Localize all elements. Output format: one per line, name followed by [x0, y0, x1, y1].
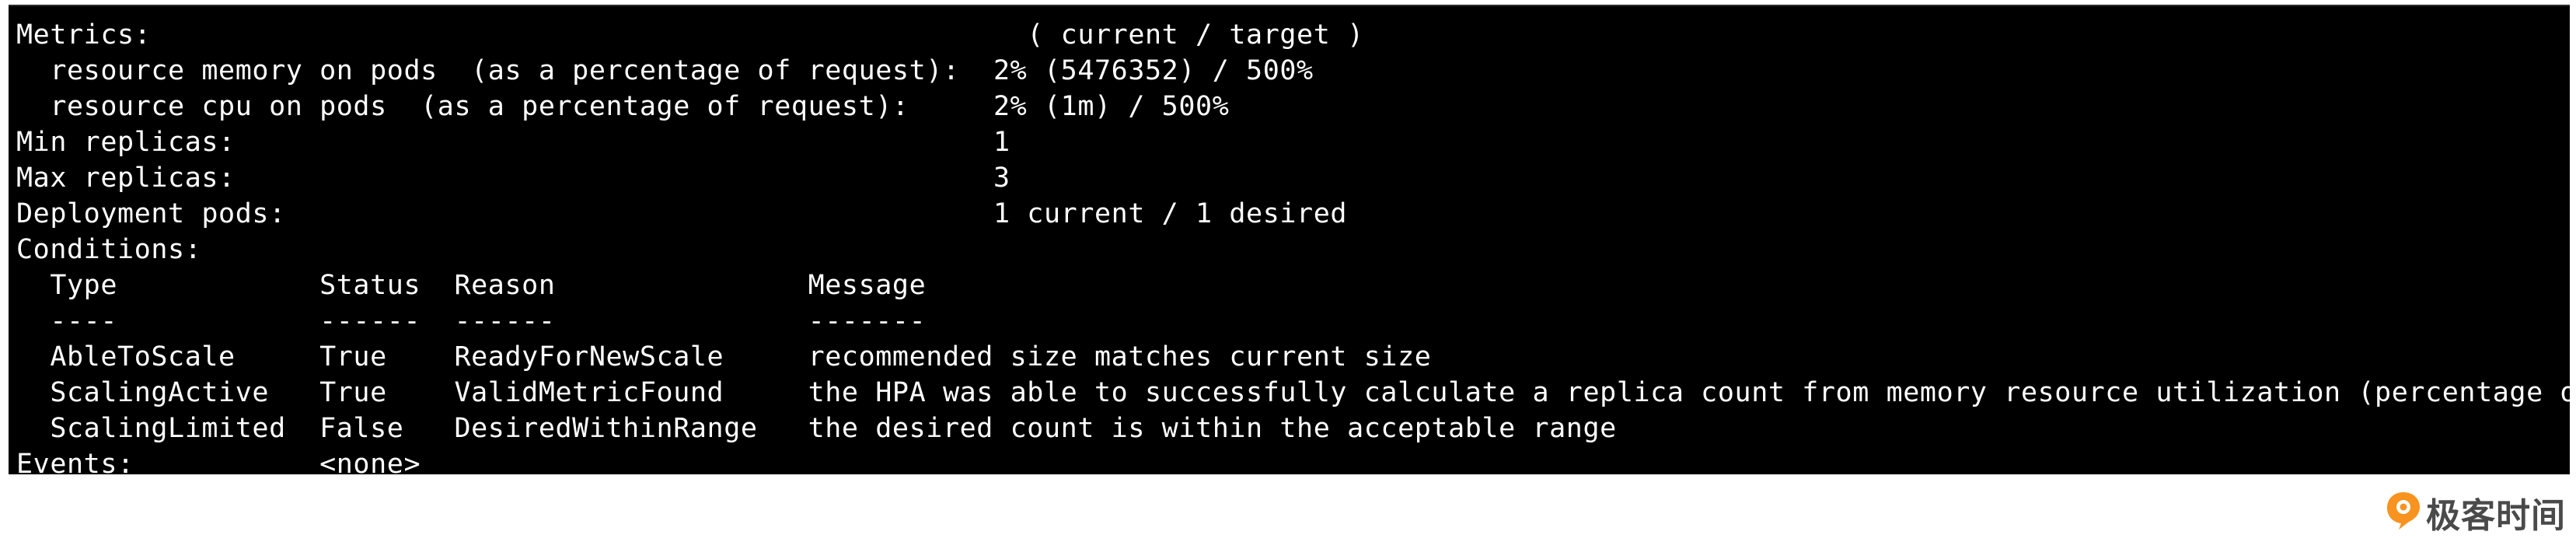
terminal-line-deployment-pods: Deployment pods: 1 current / 1 desired — [16, 198, 1348, 229]
terminal-line-conditions-header: Conditions: — [16, 234, 202, 265]
geektime-watermark: 极客时间 — [2386, 489, 2566, 536]
terminal-line-conditions-columns: Type Status Reason Message — [16, 270, 927, 301]
terminal-line-scaling-active: ScalingActive True ValidMetricFound the … — [16, 377, 2570, 408]
terminal-line-scaling-limited: ScalingLimited False DesiredWithinRange … — [16, 413, 1617, 444]
terminal-line-min-replicas: Min replicas: 1 — [16, 127, 1011, 158]
terminal-line-conditions-separator: ---- ------ ------ ------- — [16, 306, 927, 337]
terminal-line-able-to-scale: AbleToScale True ReadyForNewScale recomm… — [16, 341, 1432, 372]
terminal-line-events: Events: <none> — [16, 449, 421, 474]
terminal-output: Metrics: ( current / target ) resource m… — [9, 5, 2570, 474]
terminal-line-cpu-metric: resource cpu on pods (as a percentage of… — [16, 91, 1230, 122]
terminal-line-max-replicas: Max replicas: 3 — [16, 163, 1011, 194]
geektime-brand-text: 极客时间 — [2426, 496, 2566, 536]
geektime-logo-icon — [2386, 491, 2421, 535]
terminal-line-memory-metric: resource memory on pods (as a percentage… — [16, 55, 1314, 86]
terminal-line-metrics-header: Metrics: ( current / target ) — [16, 19, 1364, 51]
